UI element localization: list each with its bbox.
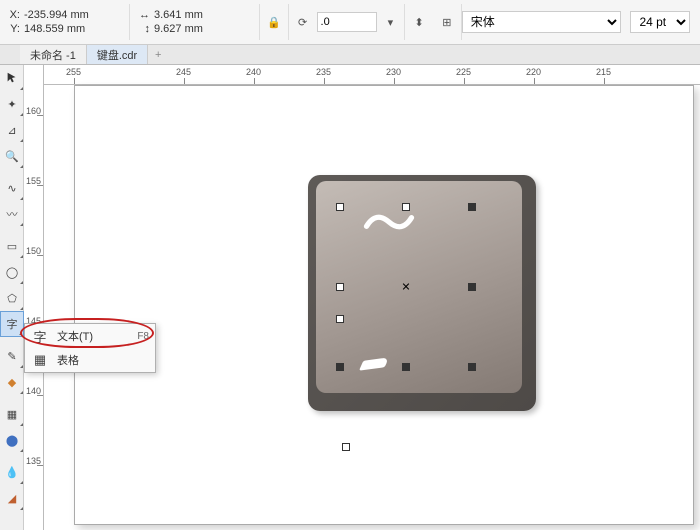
paint-tool[interactable]: ◢ xyxy=(0,485,24,511)
sel-handle-n[interactable] xyxy=(402,203,410,211)
bezier-tool[interactable]: 〰 xyxy=(0,201,24,227)
ellipse-tool[interactable]: ◯ xyxy=(0,259,24,285)
sel-handle-sw2[interactable] xyxy=(336,363,344,371)
keycap-top xyxy=(316,181,522,393)
flyout-text-item[interactable]: 字 文本(T) F8 xyxy=(25,324,155,348)
height-value: 9.627 mm xyxy=(154,23,203,35)
table-tool[interactable]: ▦ xyxy=(0,401,24,427)
ruler-horizontal[interactable]: 255 245 240 235 230 225 220 215 xyxy=(44,65,700,85)
sel-handle-e[interactable] xyxy=(468,283,476,291)
tab-untitled[interactable]: 未命名 -1 xyxy=(20,45,87,64)
grave-glyph xyxy=(359,357,389,370)
x-value: -235.994 mm xyxy=(24,9,89,21)
rotate-icon[interactable]: ⟳ xyxy=(289,8,317,36)
lock-ratio-button[interactable]: 🔒 xyxy=(260,8,288,36)
align-button-2[interactable]: ⊞ xyxy=(433,8,461,36)
align-button-1[interactable]: ⬍ xyxy=(405,8,433,36)
flyout-table-item[interactable]: ▦ 表格 xyxy=(25,348,155,372)
fill-tool[interactable]: ◆ xyxy=(0,369,24,395)
x-label: X: xyxy=(6,9,20,21)
toolbox: ✦ ⊿ 🔍 ∿ 〰 ▭ ◯ ⬠ 字 ✎ ◆ ▦ ⬤ 💧 ◢ xyxy=(0,65,24,530)
ruler-vertical[interactable]: 160 155 150 145 140 135 xyxy=(24,65,44,530)
cursor-coordinates: X: -235.994 mm Y: 148.559 mm xyxy=(0,0,129,45)
width-icon: ↔ xyxy=(136,9,150,21)
shape-tool[interactable]: ✦ xyxy=(0,91,24,117)
sel-handle-w[interactable] xyxy=(336,283,344,291)
sel-handle-se[interactable] xyxy=(468,363,476,371)
crop-tool[interactable]: ⊿ xyxy=(0,117,24,143)
freehand-tool[interactable]: ∿ xyxy=(0,175,24,201)
text-tool[interactable]: 字 xyxy=(0,311,24,337)
y-label: Y: xyxy=(6,23,20,35)
flyout-text-label: 文本(T) xyxy=(57,328,93,344)
polygon-tool[interactable]: ⬠ xyxy=(0,285,24,311)
canvas-area[interactable]: 255 245 240 235 230 225 220 215 ✕ xyxy=(44,65,700,530)
table-icon: ▦ xyxy=(31,352,49,368)
property-bar: X: -235.994 mm Y: 148.559 mm ↔ 3.641 mm ↕ 9.… xyxy=(0,0,700,45)
interactive-tool[interactable]: ⬤ xyxy=(0,427,24,453)
sel-handle-sw[interactable] xyxy=(336,315,344,323)
pick-tool[interactable] xyxy=(0,65,24,91)
sel-handle-ne[interactable] xyxy=(468,203,476,211)
text-tool-flyout: 字 文本(T) F8 ▦ 表格 xyxy=(24,323,156,373)
rectangle-tool[interactable]: ▭ xyxy=(0,233,24,259)
tab-keyboard[interactable]: 键盘.cdr xyxy=(87,45,148,64)
canvas[interactable]: ✕ xyxy=(44,85,700,530)
small-selection-marker[interactable] xyxy=(342,443,350,451)
font-size-select[interactable]: 24 pt xyxy=(630,11,690,33)
width-value: 3.641 mm xyxy=(154,9,203,21)
rotation-input[interactable] xyxy=(317,12,377,32)
sel-center-marker: ✕ xyxy=(401,281,410,294)
font-family-select[interactable]: 宋体 xyxy=(462,11,621,33)
eyedropper-tool[interactable]: 💧 xyxy=(0,459,24,485)
rotation-stepper[interactable]: ▾ xyxy=(377,8,405,36)
text-icon: 字 xyxy=(31,327,49,346)
y-value: 148.559 mm xyxy=(24,23,85,35)
sel-handle-s[interactable] xyxy=(402,363,410,371)
tilde-glyph xyxy=(362,209,416,235)
flyout-text-shortcut: F8 xyxy=(137,331,149,342)
sel-handle-nw[interactable] xyxy=(336,203,344,211)
zoom-tool[interactable]: 🔍 xyxy=(0,143,24,169)
object-dimensions: ↔ 3.641 mm ↕ 9.627 mm xyxy=(130,0,259,45)
height-icon: ↕ xyxy=(136,23,150,35)
tab-add-button[interactable]: + xyxy=(148,45,168,64)
dropper-tool[interactable]: ✎ xyxy=(0,343,24,369)
document-tabs: 未命名 -1 键盘.cdr + xyxy=(0,45,700,65)
flyout-table-label: 表格 xyxy=(57,352,79,368)
